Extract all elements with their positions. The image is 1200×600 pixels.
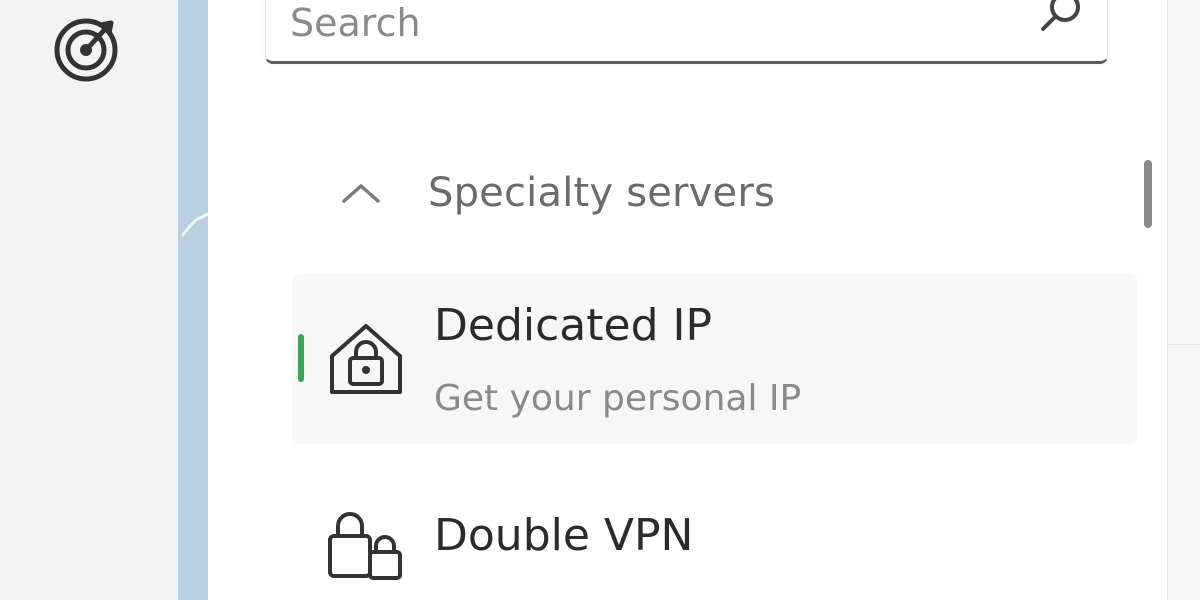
target-icon[interactable] [48,10,124,86]
map-background-right [1168,0,1200,600]
map-coastline [180,212,208,237]
chevron-up-icon [342,184,380,203]
scrollbar-thumb[interactable] [1144,160,1152,228]
item-title: Dedicated IP [434,300,713,351]
app-window: Specialty servers Dedicated IP Get your … [0,0,1200,600]
house-lock-icon [330,324,402,394]
list-item-double-vpn[interactable]: Double VPN [292,484,1138,594]
section-label: Specialty servers [428,170,776,216]
item-subtitle: Get your personal IP [434,378,802,419]
map-background [178,0,208,600]
selection-indicator [298,334,304,382]
search-box[interactable] [265,0,1108,64]
item-title: Double VPN [434,510,694,561]
search-icon[interactable] [1035,0,1087,41]
icon-rail [0,0,178,600]
section-header-specialty-servers[interactable]: Specialty servers [326,160,926,226]
list-item-dedicated-ip[interactable]: Dedicated IP Get your personal IP [292,274,1138,444]
double-lock-icon [328,512,402,580]
search-input[interactable] [290,1,990,45]
server-list-panel: Specialty servers Dedicated IP Get your … [208,0,1168,600]
divider [1168,344,1200,345]
